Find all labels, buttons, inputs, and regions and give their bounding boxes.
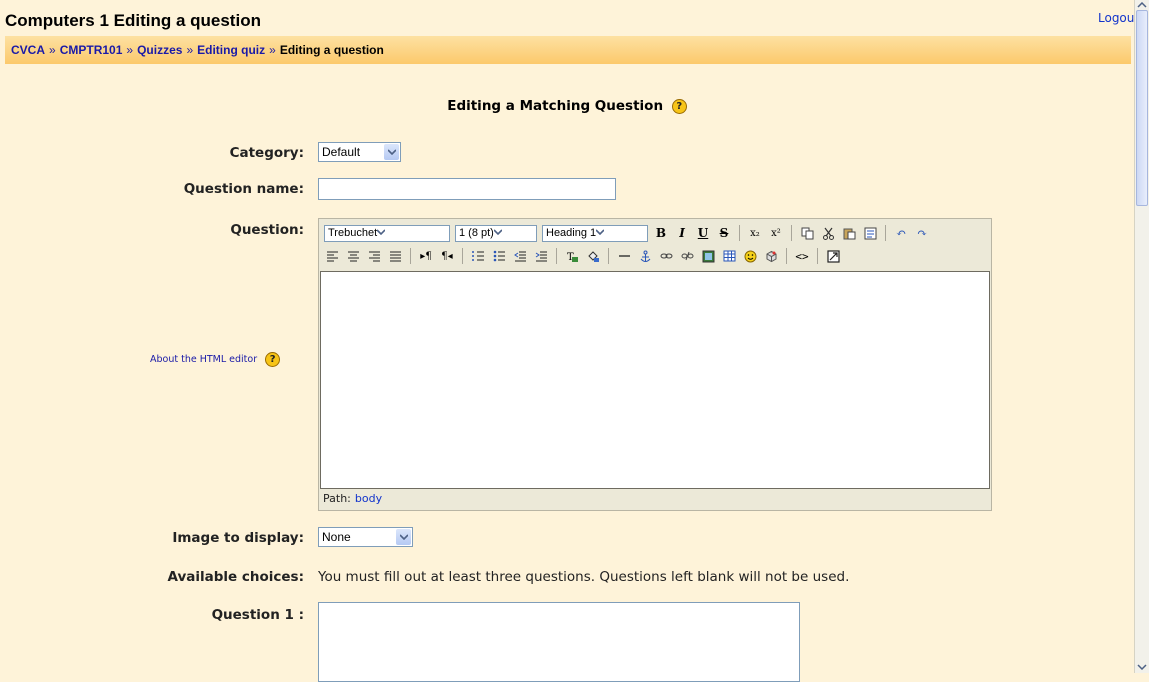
bold-icon[interactable]: B xyxy=(653,225,669,241)
scroll-down-icon[interactable] xyxy=(1137,664,1147,670)
chevron-down-icon xyxy=(396,529,411,545)
page: Computers 1 Editing a question Logout CV… xyxy=(0,0,1139,682)
page-title: Computers 1 Editing a question xyxy=(5,11,261,30)
toolbar-separator xyxy=(739,225,740,241)
ltr-icon[interactable]: ▸¶ xyxy=(418,248,434,264)
toolbar-separator xyxy=(885,225,886,241)
category-select[interactable]: Default xyxy=(318,142,401,162)
size-select[interactable]: 1 (8 pt) xyxy=(455,224,537,242)
toolbar-separator xyxy=(410,248,411,264)
breadcrumb-separator: » xyxy=(49,43,56,57)
paste-icon[interactable] xyxy=(841,225,857,241)
category-select-value: Default xyxy=(322,145,361,159)
breadcrumb-item-quizzes[interactable]: Quizzes xyxy=(137,43,182,57)
path-label: Path: xyxy=(323,492,351,505)
fullscreen-icon[interactable] xyxy=(825,248,841,264)
html-source-icon[interactable]: <> xyxy=(794,248,810,264)
image-label: Image to display: xyxy=(172,530,304,546)
help-icon[interactable]: ? xyxy=(265,352,281,367)
chevron-down-icon xyxy=(493,226,508,241)
chevron-down-icon xyxy=(384,144,399,160)
logout-link[interactable]: Logout xyxy=(1098,11,1139,25)
unordered-list-icon[interactable] xyxy=(491,248,507,264)
editor-toolbar-row-1: Trebuchet 1 (8 pt) Heading 1 B I U S x₂ … xyxy=(324,222,930,244)
superscript-icon[interactable]: x² xyxy=(768,225,784,241)
about-html-editor-link[interactable]: About the HTML editor xyxy=(150,354,257,365)
toolbar-separator xyxy=(608,248,609,264)
chevron-down-icon xyxy=(376,226,391,241)
question-name-label: Question name: xyxy=(183,181,304,197)
breadcrumb-item-course[interactable]: CMPTR101 xyxy=(60,43,123,57)
unlink-icon[interactable] xyxy=(679,248,695,264)
size-select-value: 1 (8 pt) xyxy=(459,227,494,239)
outdent-icon[interactable] xyxy=(512,248,528,264)
align-right-icon[interactable] xyxy=(366,248,382,264)
editor-content-area[interactable] xyxy=(320,271,990,489)
toolbar-separator xyxy=(462,248,463,264)
toolbar-separator xyxy=(791,225,792,241)
special-char-icon[interactable] xyxy=(763,248,779,264)
scrollbar-thumb[interactable] xyxy=(1136,10,1148,206)
chevron-down-icon xyxy=(595,226,610,241)
text-color-icon[interactable]: T xyxy=(564,248,580,264)
align-center-icon[interactable] xyxy=(345,248,361,264)
paste-word-icon[interactable] xyxy=(862,225,878,241)
breadcrumb-separator: » xyxy=(126,43,134,57)
copy-icon[interactable] xyxy=(799,225,815,241)
italic-icon[interactable]: I xyxy=(674,225,690,241)
editor-toolbar-row-2: ▸¶ ¶◂ T <> xyxy=(324,245,841,267)
breadcrumb-current: Editing a question xyxy=(279,43,384,57)
toolbar-separator xyxy=(556,248,557,264)
format-select-value: Heading 1 xyxy=(546,227,597,239)
toolbar-separator xyxy=(817,248,818,264)
horizontal-rule-icon[interactable] xyxy=(616,248,632,264)
strikethrough-icon[interactable]: S xyxy=(716,225,732,241)
question-1-textarea[interactable] xyxy=(318,602,800,682)
category-label: Category: xyxy=(229,145,304,161)
form-heading: Editing a Matching Question ? xyxy=(0,98,1134,114)
image-icon[interactable] xyxy=(700,248,716,264)
form-heading-text: Editing a Matching Question xyxy=(447,98,664,114)
path-body-link[interactable]: body xyxy=(355,492,382,505)
available-choices-text: You must fill out at least three questio… xyxy=(318,569,850,585)
cut-icon[interactable] xyxy=(820,225,836,241)
breadcrumb: CVCA » CMPTR101 » Quizzes » Editing quiz… xyxy=(5,36,1131,64)
scroll-up-icon[interactable] xyxy=(1137,2,1147,8)
editor-path-bar: Path: body xyxy=(323,492,382,505)
anchor-icon[interactable] xyxy=(637,248,653,264)
indent-icon[interactable] xyxy=(533,248,549,264)
background-color-icon[interactable] xyxy=(585,248,601,264)
redo-icon[interactable]: ↷ xyxy=(914,225,930,241)
question-1-label: Question 1 : xyxy=(211,607,304,623)
help-icon[interactable]: ? xyxy=(671,98,687,114)
format-select[interactable]: Heading 1 xyxy=(542,224,648,242)
available-choices-label: Available choices: xyxy=(167,569,305,585)
breadcrumb-separator: » xyxy=(269,43,276,57)
align-left-icon[interactable] xyxy=(324,248,340,264)
smiley-icon[interactable] xyxy=(742,248,758,264)
link-icon[interactable] xyxy=(658,248,674,264)
align-justify-icon[interactable] xyxy=(387,248,403,264)
font-select[interactable]: Trebuchet xyxy=(324,224,450,242)
underline-icon[interactable]: U xyxy=(695,225,711,241)
toolbar-separator xyxy=(786,248,787,264)
breadcrumb-separator: » xyxy=(186,43,194,57)
image-select[interactable]: None xyxy=(318,527,413,547)
undo-icon[interactable]: ↶ xyxy=(893,225,909,241)
about-html-editor[interactable]: About the HTML editor ? xyxy=(150,352,281,367)
ordered-list-icon[interactable] xyxy=(470,248,486,264)
breadcrumb-item-cvca[interactable]: CVCA xyxy=(11,43,45,57)
image-select-value: None xyxy=(322,530,351,544)
rtl-icon[interactable]: ¶◂ xyxy=(439,248,455,264)
question-label: Question: xyxy=(230,222,304,238)
html-editor: Trebuchet 1 (8 pt) Heading 1 B I U S x₂ … xyxy=(318,218,992,511)
table-icon[interactable] xyxy=(721,248,737,264)
question-name-input[interactable] xyxy=(318,178,616,200)
vertical-scrollbar[interactable] xyxy=(1134,0,1149,673)
breadcrumb-item-editing-quiz[interactable]: Editing quiz xyxy=(197,43,265,57)
subscript-icon[interactable]: x₂ xyxy=(747,225,763,241)
font-select-value: Trebuchet xyxy=(328,227,378,239)
